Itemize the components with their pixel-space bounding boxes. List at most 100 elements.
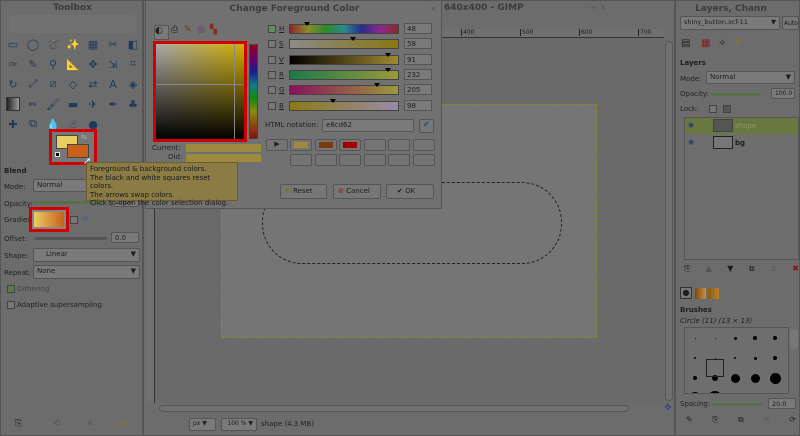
ok-button[interactable]: ✔ OK <box>386 184 434 199</box>
delete-brush-icon[interactable]: ✕ <box>763 415 770 425</box>
layer-row[interactable]: ◉ bg <box>685 135 798 151</box>
gradients-tab[interactable] <box>708 288 719 299</box>
brush-item[interactable] <box>769 372 781 384</box>
perspective-icon[interactable]: ◇ <box>66 77 80 91</box>
visibility-eye-icon[interactable]: ◉ <box>688 121 694 129</box>
dithering-checkbox[interactable] <box>7 285 15 293</box>
select-by-color-icon[interactable]: ▦ <box>86 37 100 51</box>
history-color-button[interactable] <box>314 154 337 166</box>
duplicate-layer-icon[interactable]: ⧉ <box>749 264 755 274</box>
spacing-field[interactable]: 20.0 <box>768 398 796 409</box>
edit-brush-icon[interactable]: ✎ <box>686 415 693 425</box>
delete-options-icon[interactable]: ✕ <box>86 419 94 429</box>
shape-select[interactable]: Linear ▼ <box>33 248 140 262</box>
refresh-brushes-icon[interactable]: ⟳ <box>789 415 796 425</box>
bucket-fill-icon[interactable]: ◈ <box>126 77 140 91</box>
scale-icon[interactable]: ⤢ <box>26 77 40 91</box>
window-controls-icon[interactable]: – + × <box>584 3 607 12</box>
sv-color-square[interactable] <box>153 41 247 142</box>
palette-selector-tab[interactable]: ▚ <box>210 25 217 35</box>
channel-value-field[interactable]: 48 <box>404 23 432 34</box>
brush-item[interactable] <box>773 336 777 340</box>
foreground-select-icon[interactable]: ◧ <box>126 37 140 51</box>
blend-icon[interactable] <box>6 97 20 111</box>
undo-history-tab[interactable]: ↶ <box>734 38 742 49</box>
duplicate-brush-icon[interactable]: ⧉ <box>738 415 744 425</box>
channel-value-field[interactable]: 205 <box>404 84 432 96</box>
delete-layer-icon[interactable]: ✖ <box>792 264 799 274</box>
eraser-icon[interactable]: ▬ <box>66 97 80 111</box>
history-color-button[interactable] <box>314 139 337 151</box>
channel-radio-s[interactable] <box>268 40 276 49</box>
perspective-clone-icon[interactable]: ⧉ <box>26 117 40 131</box>
reset-colors-icon[interactable] <box>55 152 60 157</box>
brush-item[interactable] <box>714 337 716 339</box>
channel-value-field[interactable]: 98 <box>404 99 432 111</box>
color-picker-icon[interactable]: ✐ <box>419 119 434 133</box>
gimp-selector-tab[interactable]: ◐ <box>154 25 169 40</box>
channels-tab[interactable]: ▦ <box>701 38 710 49</box>
brushes-scrollbar[interactable] <box>790 329 798 349</box>
color-picker-icon[interactable]: ✎ <box>26 57 40 71</box>
cmyk-selector-tab[interactable]: ⎙ <box>171 25 178 35</box>
rect-select-icon[interactable]: ▭ <box>6 37 20 51</box>
history-color-button[interactable] <box>339 154 361 166</box>
paths-icon[interactable]: ✑ <box>6 57 20 71</box>
channel-slider-s[interactable] <box>289 37 399 50</box>
free-select-icon[interactable]: ➰ <box>46 37 60 51</box>
channel-value-field[interactable]: 232 <box>404 68 432 80</box>
brush-item[interactable] <box>694 337 696 339</box>
brush-item[interactable] <box>733 336 737 340</box>
pencil-icon[interactable]: ✏ <box>26 97 40 111</box>
reverse-gradient-checkbox[interactable] <box>70 216 78 224</box>
history-color-button[interactable] <box>290 154 312 166</box>
spacing-slider[interactable] <box>712 403 762 406</box>
history-color-button[interactable] <box>363 154 386 166</box>
brush-item[interactable] <box>693 376 697 380</box>
paintbrush-icon[interactable]: 🖌 <box>46 97 60 111</box>
cancel-button[interactable]: ⊘ Cancel <box>333 184 381 199</box>
new-brush-icon[interactable]: ⎘ <box>712 415 718 425</box>
brush-item[interactable] <box>773 356 777 360</box>
repeat-select[interactable]: None ▼ <box>33 265 140 279</box>
fuzzy-select-icon[interactable]: ✨ <box>66 37 80 51</box>
unit-select[interactable]: px ▼ <box>189 418 216 431</box>
brush-item[interactable] <box>694 357 696 359</box>
wheel-selector-tab[interactable]: ◎ <box>197 25 205 35</box>
align-icon[interactable]: ⇲ <box>106 57 120 71</box>
move-icon[interactable]: ✥ <box>86 57 100 71</box>
rotate-icon[interactable]: ↻ <box>6 77 20 91</box>
watercolor-selector-tab[interactable]: ✎ <box>184 25 192 35</box>
brushes-tab[interactable]: ● <box>680 287 692 299</box>
html-notation-input[interactable]: e8cd62 <box>322 119 414 132</box>
hue-strip[interactable] <box>249 44 258 139</box>
flip-icon[interactable]: ⇄ <box>86 77 100 91</box>
wilber-drop-area[interactable] <box>9 15 137 33</box>
brushes-grid[interactable] <box>684 327 789 394</box>
crop-icon[interactable]: ⌗ <box>126 57 140 71</box>
paths-tab[interactable]: ✧ <box>718 38 726 49</box>
lower-layer-icon[interactable]: ▼ <box>727 264 733 274</box>
channel-slider-b[interactable] <box>289 98 399 111</box>
brush-item[interactable] <box>753 336 757 340</box>
zoom-icon[interactable]: ⚲ <box>46 57 60 71</box>
shear-icon[interactable]: ⧄ <box>46 77 60 91</box>
brush-item[interactable] <box>689 392 701 393</box>
brush-item[interactable] <box>753 356 757 360</box>
new-layer-icon[interactable]: ⎘ <box>684 264 690 274</box>
scissors-icon[interactable]: ✂ <box>106 37 120 51</box>
history-color-button[interactable] <box>412 154 435 166</box>
history-color-button[interactable] <box>388 139 410 151</box>
reset-button[interactable]: ⟲ Reset <box>280 184 327 199</box>
vertical-scrollbar[interactable] <box>665 41 673 401</box>
edit-gradient-icon[interactable]: ⇔ <box>82 214 89 223</box>
channel-slider-r[interactable] <box>289 67 399 80</box>
channel-radio-b[interactable] <box>268 101 276 110</box>
dodge-burn-icon[interactable]: ● <box>86 117 100 131</box>
gradient-preview[interactable] <box>29 207 69 232</box>
ink-icon[interactable]: ✒ <box>106 97 120 111</box>
brush-item[interactable] <box>750 373 760 383</box>
history-color-button[interactable] <box>290 139 312 151</box>
offset-slider[interactable] <box>35 237 107 240</box>
text-icon[interactable]: A <box>106 77 120 91</box>
